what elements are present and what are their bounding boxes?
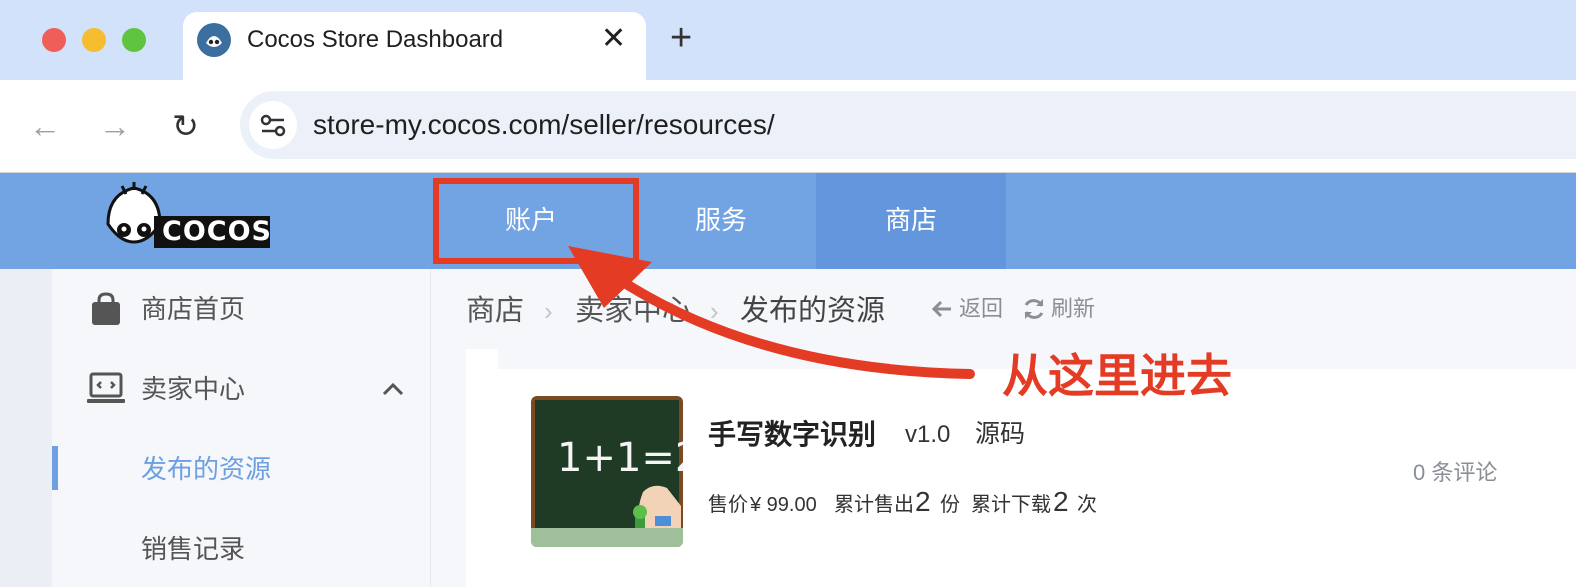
- shopping-bag-icon: [90, 292, 122, 326]
- reviews-count[interactable]: 0 条评论: [1413, 458, 1497, 488]
- resource-thumbnail[interactable]: 1+1=2: [531, 396, 683, 547]
- laptop-code-icon: [86, 372, 126, 406]
- breadcrumb-separator: ›: [544, 296, 553, 326]
- minimize-window-button[interactable]: [82, 28, 106, 52]
- sidebar-item-store-home[interactable]: 商店首页: [141, 291, 245, 327]
- breadcrumb-store[interactable]: 商店: [466, 291, 524, 331]
- download-label: 累计下载: [971, 494, 1051, 516]
- sold-unit: 份: [940, 494, 960, 516]
- price-value: ¥ 99.00: [750, 494, 817, 516]
- sidebar-gutter: [0, 269, 52, 587]
- nav-item-services[interactable]: 服务: [626, 200, 816, 240]
- sold-label: 累计售出: [834, 494, 914, 516]
- annotation-arrow-icon: [568, 246, 975, 379]
- download-count: 2: [1053, 486, 1069, 517]
- logo-wordmark: COCOS: [162, 216, 272, 247]
- site-settings-icon[interactable]: [249, 101, 297, 149]
- nav-item-store[interactable]: 商店: [816, 200, 1006, 240]
- reload-icon[interactable]: ↻: [172, 106, 199, 146]
- active-item-indicator: [52, 446, 58, 490]
- cocos-logo[interactable]: COCOS: [104, 180, 272, 252]
- sold-count: 2: [915, 486, 931, 517]
- refresh-icon[interactable]: [1021, 296, 1047, 322]
- refresh-link[interactable]: 刷新: [1051, 294, 1095, 324]
- resource-type: 源码: [975, 420, 1026, 448]
- tab-title: Cocos Store Dashboard: [247, 26, 504, 53]
- close-tab-icon[interactable]: ✕: [601, 22, 626, 56]
- new-tab-button[interactable]: +: [670, 18, 692, 58]
- zoom-window-button[interactable]: [122, 28, 146, 52]
- price-label: 售价: [708, 494, 748, 516]
- thumbnail-equation: 1+1=2: [557, 435, 683, 481]
- download-unit: 次: [1077, 494, 1097, 516]
- resource-title[interactable]: 手写数字识别: [708, 416, 876, 454]
- close-window-button[interactable]: [42, 28, 66, 52]
- resource-version: v1.0: [905, 421, 951, 448]
- annotation-label: 从这里进去: [1002, 350, 1232, 402]
- back-arrow-icon[interactable]: ←: [29, 106, 61, 146]
- url-text[interactable]: store-my.cocos.com/seller/resources/: [313, 105, 775, 145]
- chevron-up-icon[interactable]: [380, 376, 406, 402]
- sidebar-item-seller-center[interactable]: 卖家中心: [141, 371, 245, 407]
- sidebar-item-sales-records[interactable]: 销售记录: [141, 531, 245, 567]
- sidebar-item-published-resources[interactable]: 发布的资源: [141, 451, 271, 487]
- cocos-favicon-icon: [197, 23, 231, 57]
- forward-arrow-icon[interactable]: →: [99, 106, 131, 146]
